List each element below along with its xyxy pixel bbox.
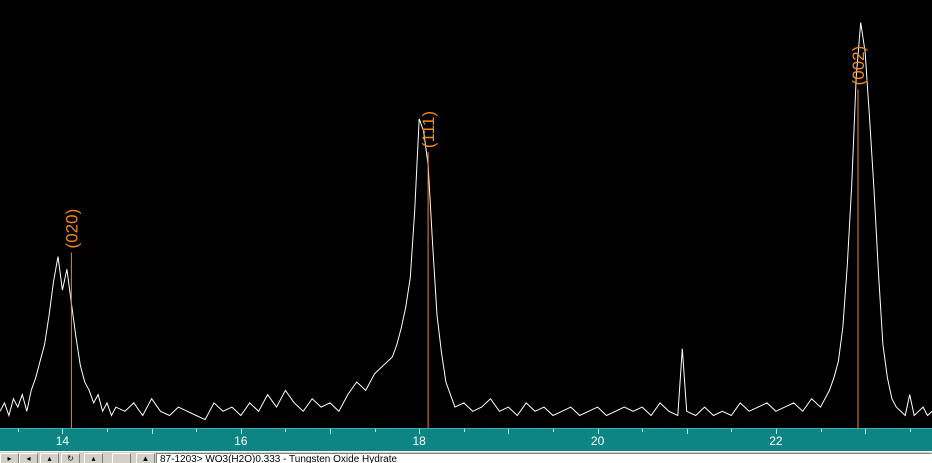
arrow-up-small-icon[interactable]: ▴ (84, 453, 103, 463)
x-tick-label: 20 (590, 434, 605, 448)
x-tick-mark (151, 429, 153, 434)
arrow-right-icon[interactable]: ▸ (0, 453, 19, 463)
x-tick-mark (463, 429, 465, 432)
arrow-left-icon[interactable]: ◂ (19, 453, 38, 463)
x-tick-mark (285, 429, 287, 432)
x-tick-mark (909, 429, 911, 432)
x-tick-label: 18 (412, 434, 426, 448)
reference-peaks: (020) (111) (002) (62, 46, 868, 428)
x-tick-mark (820, 429, 822, 432)
x-tick-mark (686, 429, 688, 434)
scroll-up-icon[interactable]: ▲ (136, 453, 155, 463)
x-tick-label: 16 (234, 434, 248, 448)
bottom-toolbar: ▸ ◂ ▴ ↻ ▴ ▲ 87-1203> WO3(H2O)0.333 - Tun… (0, 451, 932, 463)
x-tick-mark (196, 429, 198, 432)
x-tick-mark (107, 429, 108, 432)
x-tick-mark (17, 429, 19, 432)
x-tick-mark (553, 429, 554, 432)
x-tick-mark (508, 429, 510, 434)
reference-pattern-field[interactable]: 87-1203> WO3(H2O)0.333 - Tungsten Oxide … (156, 453, 932, 463)
x-tick-mark (865, 429, 867, 434)
refresh-icon[interactable]: ↻ (61, 453, 80, 463)
x-tick-mark (374, 429, 376, 432)
blank-icon[interactable] (112, 453, 131, 463)
x-tick-label: 14 (55, 434, 70, 448)
x-tick-mark (731, 429, 733, 432)
diffraction-plot: (020) (111) (002) (0, 22, 932, 428)
x-tick-mark (642, 429, 644, 432)
x-axis-bar: 14 16 18 20 22 (0, 428, 932, 451)
x-tick-label: 22 (769, 434, 783, 448)
reference-label: (002) (849, 46, 868, 86)
reference-label: (111) (419, 111, 438, 148)
reference-label: (020) (62, 209, 81, 249)
diffraction-trace (0, 22, 932, 421)
x-tick-mark (330, 429, 331, 434)
arrow-up-icon[interactable]: ▴ (40, 453, 59, 463)
